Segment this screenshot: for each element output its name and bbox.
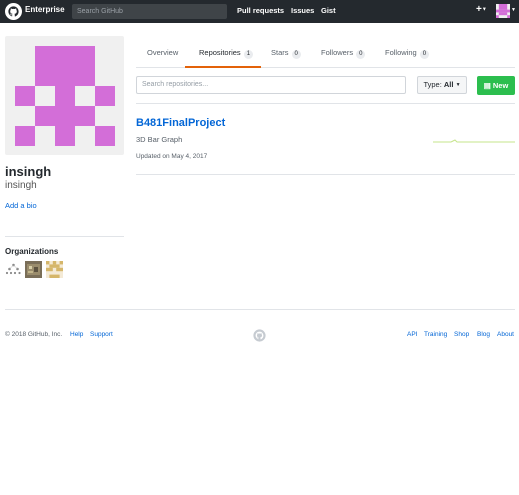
divider <box>136 103 515 104</box>
type-filter-label: Type: <box>423 80 442 89</box>
divider <box>136 174 515 175</box>
nav-pull-requests[interactable]: Pull requests <box>237 6 284 15</box>
footer-link-support[interactable]: Support <box>90 331 113 338</box>
github-logo-icon[interactable] <box>5 3 22 20</box>
activity-sparkline <box>433 139 515 143</box>
profile-username: insingh <box>5 180 37 191</box>
github-mark-icon[interactable] <box>253 329 266 342</box>
repo-icon: ▤ <box>483 81 491 90</box>
footer-link-help[interactable]: Help <box>70 331 83 338</box>
nav-gist[interactable]: Gist <box>321 6 336 15</box>
footer-link-blog[interactable]: Blog <box>477 331 490 338</box>
tab-label: Stars <box>271 48 289 57</box>
tab-stars[interactable]: Stars 0 <box>271 48 301 59</box>
tab-label: Followers <box>321 48 354 57</box>
repo-name-link[interactable]: B481FinalProject <box>136 117 225 129</box>
type-filter-value: All <box>443 80 454 89</box>
footer-link-api[interactable]: API <box>407 331 417 338</box>
global-search-input[interactable]: Search GitHub <box>72 4 227 19</box>
tab-label: Overview <box>147 48 179 57</box>
org-avatar-2[interactable] <box>25 261 42 278</box>
tab-followers[interactable]: Followers 0 <box>321 48 366 59</box>
create-new-menu[interactable]: +▼ <box>476 4 487 15</box>
tab-count-badge: 0 <box>356 50 366 59</box>
user-avatar-menu[interactable] <box>496 4 510 18</box>
brand-label[interactable]: Enterprise <box>25 5 65 14</box>
active-tab-indicator <box>185 66 261 68</box>
org-avatar-3[interactable] <box>46 261 63 278</box>
avatar-chevron-icon: ▼ <box>511 7 516 13</box>
repo-description: 3D Bar Graph <box>136 135 183 144</box>
repo-updated-date: Updated on May 4, 2017 <box>136 153 208 160</box>
tab-count-badge: 0 <box>419 50 430 59</box>
footer-link-about[interactable]: About <box>497 331 514 338</box>
new-repo-button[interactable]: ▤ New <box>477 76 515 95</box>
profile-avatar <box>5 36 124 155</box>
identicon-image <box>15 46 115 146</box>
footer-link-training[interactable]: Training <box>424 331 447 338</box>
org-avatar-1[interactable] <box>5 261 22 278</box>
tab-label: Following <box>385 48 417 57</box>
profile-tabs: Overview Repositories 1 Stars 0 Followers 0… <box>136 36 515 68</box>
tab-overview[interactable]: Overview <box>147 48 178 57</box>
new-button-label: New <box>492 81 509 90</box>
type-filter-dropdown[interactable]: Type: All ▼ <box>417 76 467 94</box>
footer-link-shop[interactable]: Shop <box>454 331 469 338</box>
chevron-down-icon: ▼ <box>481 6 487 13</box>
nav-issues[interactable]: Issues <box>291 6 314 15</box>
tab-count-badge: 0 <box>291 50 301 59</box>
divider <box>5 236 124 237</box>
top-navbar: Enterprise Search GitHub Pull requests I… <box>0 0 519 23</box>
tab-count-badge: 1 <box>243 50 254 59</box>
tab-following[interactable]: Following 0 <box>385 48 430 59</box>
footer-copyright: © 2018 GitHub, Inc. <box>5 331 63 338</box>
profile-fullname: insingh <box>5 164 52 179</box>
organizations-heading: Organizations <box>5 247 59 256</box>
tab-repositories[interactable]: Repositories 1 <box>199 48 254 59</box>
add-bio-link[interactable]: Add a bio <box>5 201 37 210</box>
tab-label: Repositories <box>199 48 241 57</box>
repo-search-input[interactable]: Search repositories... <box>136 76 406 94</box>
footer-divider <box>5 309 515 310</box>
chevron-down-icon: ▼ <box>455 82 461 89</box>
